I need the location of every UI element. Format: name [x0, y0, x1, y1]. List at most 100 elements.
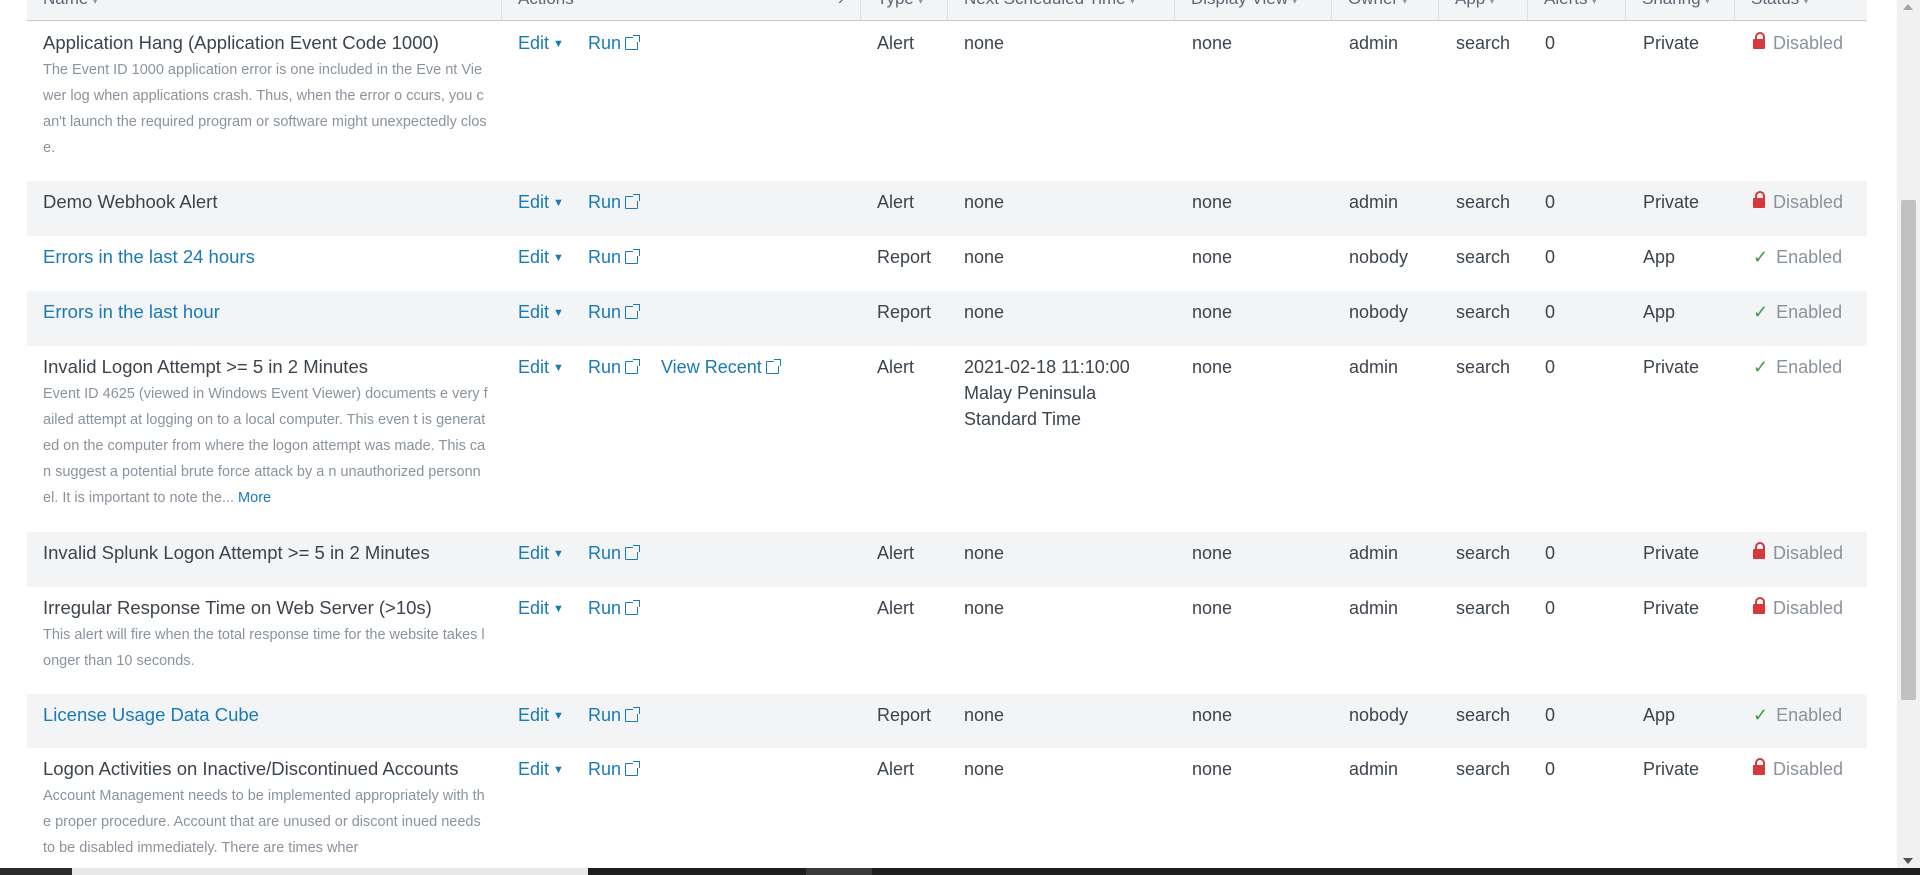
column-header-display-view[interactable]: Display View ▾ — [1175, 0, 1332, 20]
next-scheduled-cell: none — [964, 759, 1005, 779]
app-cell: search — [1456, 705, 1511, 725]
more-link[interactable]: More — [238, 490, 271, 506]
run-link[interactable]: Run — [588, 702, 641, 728]
sort-caret-icon: ▾ — [1803, 0, 1809, 7]
vertical-scrollbar[interactable] — [1897, 0, 1920, 868]
display-view-cell: none — [1192, 357, 1233, 377]
run-link[interactable]: Run — [588, 30, 641, 56]
edit-dropdown[interactable]: Edit ▼ — [518, 702, 564, 729]
run-link[interactable]: Run — [588, 540, 641, 566]
search-name-link[interactable]: Errors in the last 24 hours — [43, 244, 493, 270]
edit-label: Edit — [518, 598, 550, 618]
search-name: Application Hang (Application Event Code… — [43, 32, 439, 53]
caret-down-icon: ▼ — [553, 710, 564, 722]
sharing-cell: Private — [1643, 598, 1700, 618]
app-cell: search — [1456, 302, 1511, 322]
edit-label: Edit — [518, 705, 550, 725]
status-cell[interactable]: ✓ Enabled — [1753, 299, 1842, 325]
table-row: Irregular Response Time on Web Server (>… — [27, 587, 1867, 694]
column-header-sharing[interactable]: Sharing▾ — [1626, 0, 1735, 20]
display-view-cell: none — [1192, 302, 1233, 322]
external-link-icon — [625, 194, 641, 209]
run-link[interactable]: Run — [588, 244, 641, 270]
lock-icon — [1753, 32, 1765, 49]
column-header-alerts[interactable]: Alerts ▾ — [1528, 0, 1626, 20]
external-link-icon — [625, 359, 641, 374]
scroll-down-arrow-icon[interactable] — [1903, 858, 1913, 864]
sort-caret-icon: ▾ — [1129, 0, 1136, 7]
column-header-type[interactable]: Type▾ — [861, 0, 948, 20]
status-cell[interactable]: Disabled — [1753, 595, 1843, 621]
status-cell[interactable]: ✓ Enabled — [1753, 702, 1842, 728]
lock-icon — [1753, 758, 1765, 775]
sharing-cell: App — [1643, 302, 1676, 322]
type-cell: Alert — [877, 543, 915, 563]
sort-caret-icon: ▾ — [92, 0, 98, 7]
name-cell: Irregular Response Time on Web Server (>… — [43, 595, 493, 674]
table-row: Application Hang (Application Event Code… — [27, 21, 1867, 181]
status-label: Enabled — [1776, 357, 1843, 377]
column-header-actions-label: Actions — [518, 0, 574, 8]
run-link[interactable]: Run — [588, 299, 641, 325]
status-cell[interactable]: Disabled — [1753, 189, 1843, 215]
app-cell: search — [1456, 543, 1511, 563]
app-cell: search — [1456, 759, 1511, 779]
edit-dropdown[interactable]: Edit ▼ — [518, 540, 564, 567]
column-header-expand: › — [822, 0, 862, 20]
search-name-link[interactable]: License Usage Data Cube — [43, 702, 493, 728]
taskbar-segment — [806, 868, 872, 875]
column-header-next-scheduled[interactable]: Next Scheduled Time▾ — [948, 0, 1175, 20]
edit-label: Edit — [518, 192, 550, 212]
alerts-cell: 0 — [1545, 192, 1556, 212]
edit-dropdown[interactable]: Edit ▼ — [518, 244, 564, 271]
owner-cell: nobody — [1349, 247, 1409, 267]
edit-dropdown[interactable]: Edit ▼ — [518, 756, 564, 783]
search-name-link[interactable]: Errors in the last hour — [43, 299, 493, 325]
external-link-icon — [765, 359, 781, 374]
scrollbar-thumb[interactable] — [1901, 200, 1916, 700]
alerts-cell: 0 — [1545, 247, 1556, 267]
expand-chevron-icon: › — [838, 0, 844, 8]
owner-cell: admin — [1349, 33, 1399, 53]
external-link-icon — [625, 600, 641, 615]
column-header-display-view-label: Display View — [1191, 0, 1288, 8]
table-row: Invalid Logon Attempt >= 5 in 2 Minutes … — [27, 346, 1867, 532]
view-recent-link[interactable]: View Recent — [661, 354, 781, 380]
edit-dropdown[interactable]: Edit ▼ — [518, 189, 564, 216]
column-header-owner[interactable]: Owner ▾ — [1332, 0, 1439, 20]
edit-dropdown[interactable]: Edit ▼ — [518, 30, 564, 57]
status-cell[interactable]: ✓ Enabled — [1753, 244, 1842, 270]
run-link[interactable]: Run — [588, 189, 641, 215]
status-label: Disabled — [1773, 33, 1844, 53]
column-header-name[interactable]: Name ▾ — [27, 0, 502, 20]
owner-cell: admin — [1349, 598, 1399, 618]
run-link[interactable]: Run — [588, 354, 641, 380]
status-cell[interactable]: ✓ Enabled — [1753, 354, 1842, 380]
run-label: Run — [588, 705, 622, 725]
run-link[interactable]: Run — [588, 595, 641, 621]
display-view-cell: none — [1192, 247, 1233, 267]
run-link[interactable]: Run — [588, 756, 641, 782]
app-cell: search — [1456, 33, 1511, 53]
sort-caret-icon: ▾ — [1402, 0, 1408, 7]
next-scheduled-cell: none — [964, 705, 1005, 725]
edit-dropdown[interactable]: Edit ▼ — [518, 595, 564, 622]
status-cell[interactable]: Disabled — [1753, 540, 1843, 566]
scroll-up-arrow-icon[interactable] — [1903, 4, 1913, 10]
table-row: Demo Webhook Alert Edit ▼ Run Alert none … — [27, 181, 1867, 236]
type-cell: Report — [877, 705, 932, 725]
status-cell[interactable]: Disabled — [1753, 756, 1843, 782]
status-cell[interactable]: Disabled — [1753, 30, 1843, 56]
column-header-status[interactable]: Status ▾ — [1735, 0, 1867, 20]
run-label: Run — [588, 598, 622, 618]
name-cell: Invalid Logon Attempt >= 5 in 2 Minutes … — [43, 354, 493, 511]
edit-dropdown[interactable]: Edit ▼ — [518, 299, 564, 326]
column-header-app[interactable]: App ▾ — [1439, 0, 1528, 20]
display-view-cell: none — [1192, 759, 1233, 779]
alerts-cell: 0 — [1545, 705, 1556, 725]
column-header-next-scheduled-label: Next Scheduled Time — [964, 0, 1126, 8]
edit-dropdown[interactable]: Edit ▼ — [518, 354, 564, 381]
search-name: Invalid Logon Attempt >= 5 in 2 Minutes — [43, 356, 368, 377]
external-link-icon — [625, 545, 641, 560]
lock-icon — [1753, 542, 1765, 559]
